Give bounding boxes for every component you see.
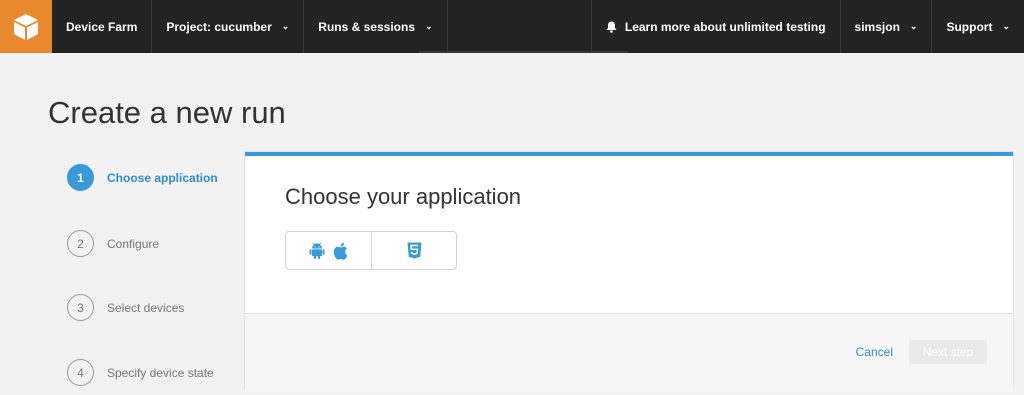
- step-label: Configure: [107, 236, 160, 251]
- nav-project-label: Project: cucumber: [166, 19, 272, 34]
- chevron-down-icon: ⌄: [281, 21, 290, 31]
- native-app-option[interactable]: [286, 232, 371, 269]
- step-select-devices[interactable]: 3 Select devices: [67, 294, 184, 321]
- step-choose-application[interactable]: 1 Choose application: [67, 164, 218, 191]
- nav-project-dropdown[interactable]: Project: cucumber ⌄: [152, 0, 305, 53]
- web-app-option[interactable]: [371, 232, 456, 269]
- step-number: 3: [67, 294, 94, 321]
- step-specify-device-state[interactable]: 4 Specify device state: [67, 359, 214, 386]
- card-footer: Cancel Next step: [245, 313, 1013, 392]
- page-title: Create a new run: [48, 95, 286, 130]
- nav-device-farm[interactable]: Device Farm: [52, 0, 153, 53]
- nav-learn-more-label: Learn more about unlimited testing: [624, 19, 826, 34]
- nav-support-label: Support: [946, 19, 993, 34]
- nav-user-label: simsjon: [854, 19, 900, 34]
- step-label: Specify device state: [107, 365, 214, 380]
- device-farm-logo[interactable]: [0, 0, 52, 53]
- card-body: Choose your application: [245, 156, 1013, 313]
- step-number: 1: [67, 164, 94, 191]
- step-number: 2: [67, 230, 94, 257]
- step-number: 4: [67, 359, 94, 386]
- app-type-selector: [285, 231, 457, 270]
- nav-support-dropdown[interactable]: Support ⌄: [931, 0, 1024, 53]
- nav-device-farm-label: Device Farm: [66, 19, 138, 34]
- chevron-down-icon: ⌄: [909, 21, 918, 31]
- nav-learn-more[interactable]: Learn more about unlimited testing: [590, 0, 840, 53]
- choose-application-card: Choose your application Cancel Next step: [245, 152, 1013, 392]
- next-step-button[interactable]: Next step: [909, 340, 987, 364]
- android-icon: [309, 242, 325, 259]
- cube-logo-icon: [14, 13, 38, 40]
- nav-runs-dropdown[interactable]: Runs & sessions ⌄: [304, 0, 448, 53]
- chevron-down-icon: ⌄: [425, 21, 433, 31]
- apple-icon: [333, 242, 348, 260]
- nav-runs-label: Runs & sessions: [318, 19, 415, 34]
- step-label: Choose application: [107, 170, 218, 185]
- step-configure[interactable]: 2 Configure: [67, 230, 159, 257]
- active-nav-indicator: [419, 51, 628, 53]
- step-label: Select devices: [107, 300, 185, 315]
- nav-user-dropdown[interactable]: simsjon ⌄: [839, 0, 932, 53]
- nav-right-group: Learn more about unlimited testing simsj…: [590, 0, 1024, 53]
- html5-icon: [407, 242, 421, 259]
- bell-icon: [606, 21, 617, 33]
- top-navigation-bar: Device Farm Project: cucumber ⌄ Runs & s…: [0, 0, 1024, 53]
- cancel-button[interactable]: Cancel: [856, 345, 893, 359]
- card-heading: Choose your application: [285, 184, 522, 209]
- chevron-down-icon: ⌄: [1002, 21, 1010, 31]
